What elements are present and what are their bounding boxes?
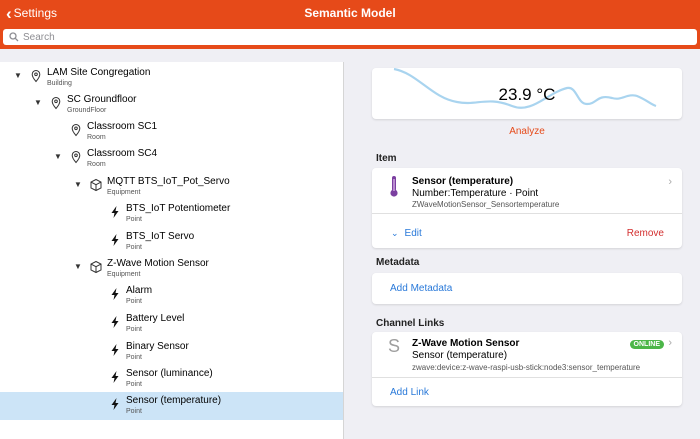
state-value: 23.9 °C — [498, 85, 556, 104]
search-box[interactable] — [3, 29, 697, 45]
bolt-icon — [111, 234, 119, 246]
location-pin-icon — [51, 96, 61, 110]
location-pin-icon — [71, 123, 81, 137]
search-bar — [0, 27, 700, 49]
tree-node-class: Point — [126, 381, 142, 388]
item-card: Sensor (temperature) Number:Temperature … — [372, 168, 682, 248]
tree-node-class: GroundFloor — [67, 107, 107, 114]
tree-node-class: Building — [47, 80, 72, 87]
tree-node-label: Binary Sensor — [126, 341, 189, 352]
navbar: ‹ Settings Semantic Model — [0, 0, 700, 27]
metadata-card: Add Metadata — [372, 273, 682, 304]
tree-node-label: Alarm — [126, 285, 153, 296]
bolt-icon — [111, 398, 119, 410]
tree-node-class: Room — [87, 161, 106, 168]
tree-node[interactable]: ▼ Z-Wave Motion Sensor Equipment — [0, 255, 343, 283]
bolt-icon — [111, 344, 119, 356]
tree-node-class: Room — [87, 134, 106, 141]
metadata-section-title: Metadata — [376, 257, 420, 268]
tree-node[interactable]: Battery Level Point — [0, 310, 343, 338]
state-card[interactable]: 23.9 °C — [372, 68, 682, 119]
tree-node-class: Equipment — [107, 189, 141, 196]
tree-node-class: Point — [126, 216, 142, 223]
tree-node-class: Point — [126, 326, 142, 333]
tree-node[interactable]: Classroom SC1 Room — [0, 118, 343, 146]
tree-node[interactable]: ▼ MQTT BTS_IoT_Pot_Servo Equipment — [0, 173, 343, 201]
edit-item-button[interactable]: ⌄ Edit — [391, 228, 422, 239]
tree-node-class: Point — [126, 354, 142, 361]
expand-toggle-icon[interactable]: ▼ — [54, 152, 62, 161]
analyze-button[interactable]: Analyze — [372, 126, 682, 137]
edit-label: Edit — [404, 228, 422, 239]
cube-icon — [90, 178, 102, 192]
add-link-button[interactable]: Add Link — [390, 387, 429, 398]
channel-label: Sensor (temperature) — [412, 350, 508, 361]
status-badge: ONLINE — [629, 340, 664, 349]
tree-node-label: Sensor (temperature) — [126, 395, 222, 406]
tree-node[interactable]: Alarm Point — [0, 282, 343, 310]
tree-node[interactable]: ▼ LAM Site Congregation Building — [0, 64, 343, 92]
channel-links-card: S Z-Wave Motion Sensor ONLINE › Sensor (… — [372, 332, 682, 406]
add-metadata-button[interactable]: Add Metadata — [390, 283, 452, 294]
tree-node-class: Point — [126, 408, 142, 415]
tree-node[interactable]: Binary Sensor Point — [0, 338, 343, 366]
tree-node[interactable]: Sensor (luminance) Point — [0, 365, 343, 393]
tree-node-label: LAM Site Congregation — [47, 67, 151, 78]
divider — [372, 377, 682, 378]
expand-toggle-icon[interactable]: ▼ — [14, 71, 22, 80]
item-type: Number:Temperature · Point — [412, 188, 539, 199]
chevron-down-icon: ⌄ — [391, 228, 399, 238]
item-details-row[interactable]: Sensor (temperature) Number:Temperature … — [372, 168, 682, 212]
tree-node-label: Sensor (luminance) — [126, 368, 213, 379]
cube-icon — [90, 260, 102, 274]
tree-node-class: Point — [126, 298, 142, 305]
tree-node[interactable]: ▼ SC Groundfloor GroundFloor — [0, 91, 343, 119]
tree-node[interactable]: BTS_IoT Servo Point — [0, 228, 343, 256]
bolt-icon — [111, 316, 119, 328]
tree-node-label: Classroom SC1 — [87, 121, 158, 132]
tree-node-label: Classroom SC4 — [87, 148, 158, 159]
bolt-icon — [111, 371, 119, 383]
tree-node-label: MQTT BTS_IoT_Pot_Servo — [107, 176, 230, 187]
divider — [372, 213, 682, 214]
item-name: Sensor (temperature) — [412, 176, 514, 187]
location-pin-icon — [31, 69, 41, 83]
thing-name: Z-Wave Motion Sensor — [412, 338, 520, 349]
tree-node-label: BTS_IoT Servo — [126, 231, 195, 242]
tree-node-class: Point — [126, 244, 142, 251]
tree-node[interactable]: ▼ Classroom SC4 Room — [0, 145, 343, 173]
search-input[interactable] — [23, 31, 663, 43]
remove-item-button[interactable]: Remove — [627, 228, 664, 239]
item-id: ZWaveMotionSensor_Sensortemperature — [412, 200, 560, 209]
bolt-icon — [111, 288, 119, 300]
tree-node-label: SC Groundfloor — [67, 94, 137, 105]
bolt-icon — [111, 206, 119, 218]
thermometer-icon — [390, 176, 398, 197]
tree-node-selected[interactable]: Sensor (temperature) Point — [0, 392, 343, 420]
semantic-tree: ▼ LAM Site Congregation Building ▼ SC Gr… — [0, 62, 344, 439]
search-icon — [9, 32, 19, 42]
expand-toggle-icon[interactable]: ▼ — [34, 98, 42, 107]
item-section-title: Item — [376, 153, 397, 164]
expand-toggle-icon[interactable]: ▼ — [74, 262, 82, 271]
tree-node-label: BTS_IoT Potentiometer — [126, 203, 231, 214]
tree-node-class: Equipment — [107, 271, 141, 278]
location-pin-icon — [71, 150, 81, 164]
tree-node[interactable]: BTS_IoT Potentiometer Point — [0, 200, 343, 228]
tree-node-label: Battery Level — [126, 313, 185, 324]
page-title: Semantic Model — [304, 6, 396, 20]
chevron-right-icon: › — [668, 337, 672, 349]
expand-toggle-icon[interactable]: ▼ — [74, 180, 82, 189]
tree-node-label: Z-Wave Motion Sensor — [107, 258, 209, 269]
channel-uid: zwave:device:z-wave-raspi-usb-stick:node… — [412, 363, 641, 372]
channel-links-section-title: Channel Links — [376, 318, 445, 329]
chevron-right-icon: › — [668, 176, 672, 188]
channel-link-row[interactable]: S Z-Wave Motion Sensor ONLINE › Sensor (… — [372, 332, 682, 376]
thing-letter-avatar: S — [388, 336, 401, 356]
